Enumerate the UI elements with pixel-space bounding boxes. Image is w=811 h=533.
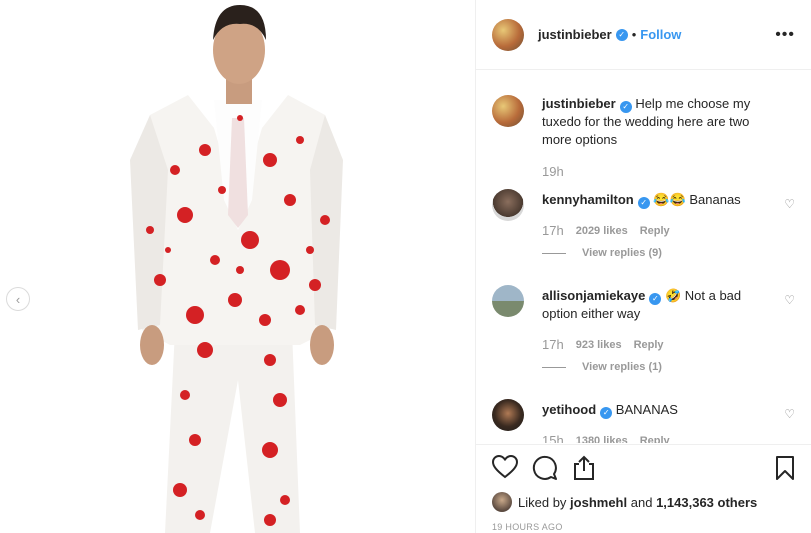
save-bookmark-icon[interactable] bbox=[775, 455, 795, 481]
separator-dot: • bbox=[631, 27, 637, 42]
comment-time: 15h bbox=[542, 433, 564, 443]
share-icon[interactable] bbox=[572, 455, 596, 481]
post-actions-section: Liked by joshmehl and 1,143,363 others 1… bbox=[476, 444, 811, 532]
liker-avatar[interactable] bbox=[492, 492, 512, 512]
commenter-avatar[interactable] bbox=[492, 399, 524, 431]
caption-meta: 19h bbox=[542, 164, 564, 179]
comment-likes[interactable]: 923 likes bbox=[576, 339, 622, 351]
commenter-avatar[interactable] bbox=[492, 285, 524, 317]
verified-badge-icon: ✓ bbox=[615, 28, 628, 41]
comments-list: justinbieber ✓ Help me choose my tuxedo f… bbox=[476, 71, 811, 443]
caption-username[interactable]: justinbieber bbox=[542, 96, 616, 111]
replies-divider bbox=[542, 252, 566, 254]
comment-meta: 17h 2029 likes Reply bbox=[542, 223, 670, 238]
likes-count[interactable]: 1,143,363 others bbox=[656, 495, 757, 510]
reply-button[interactable]: Reply bbox=[640, 435, 670, 444]
like-heart-icon[interactable] bbox=[492, 455, 518, 479]
author-avatar[interactable] bbox=[492, 18, 524, 51]
verified-badge-icon: ✓ bbox=[637, 197, 650, 209]
follow-button[interactable]: Follow bbox=[640, 27, 681, 42]
comment-icon[interactable] bbox=[532, 455, 558, 481]
post-details-panel: justinbieber ✓ • Follow ••• justinbieber… bbox=[475, 0, 811, 533]
like-comment-heart-icon[interactable]: ♡ bbox=[784, 197, 795, 211]
caption-time: 19h bbox=[542, 164, 564, 179]
author-username[interactable]: justinbieber bbox=[538, 27, 612, 42]
comment-text: 😂😂 Bananas bbox=[653, 192, 741, 207]
comment-likes[interactable]: 1380 likes bbox=[576, 435, 628, 444]
author-avatar[interactable] bbox=[492, 95, 524, 127]
comment-likes[interactable]: 2029 likes bbox=[576, 225, 628, 237]
view-replies-label: View replies (9) bbox=[582, 247, 662, 259]
liker-username[interactable]: joshmehl bbox=[570, 495, 627, 510]
verified-badge-icon: ✓ bbox=[600, 407, 613, 419]
previous-slide-button[interactable]: ‹ bbox=[6, 287, 30, 311]
view-replies-button[interactable]: View replies (9) bbox=[542, 247, 662, 259]
replies-divider bbox=[542, 366, 566, 368]
likes-prefix: Liked by bbox=[518, 494, 567, 510]
post-header: justinbieber ✓ • Follow ••• bbox=[476, 0, 811, 70]
commenter-username[interactable]: yetihood bbox=[542, 402, 596, 417]
post-age: 19 HOURS AGO bbox=[492, 522, 563, 532]
comment-text: BANANAS bbox=[615, 402, 678, 417]
verified-badge-icon: ✓ bbox=[649, 293, 662, 305]
verified-badge-icon: ✓ bbox=[619, 101, 632, 113]
comment-time: 17h bbox=[542, 337, 564, 352]
view-replies-button[interactable]: View replies (1) bbox=[542, 361, 662, 373]
view-replies-label: View replies (1) bbox=[582, 361, 662, 373]
comment-time: 17h bbox=[542, 223, 564, 238]
commenter-username[interactable]: allisonjamiekaye bbox=[542, 288, 645, 303]
chevron-left-icon: ‹ bbox=[15, 291, 21, 307]
post-image[interactable]: ‹ bbox=[0, 0, 475, 533]
reply-button[interactable]: Reply bbox=[634, 339, 664, 351]
commenter-username[interactable]: kennyhamilton bbox=[542, 192, 634, 207]
suit-photo bbox=[130, 5, 343, 533]
reply-button[interactable]: Reply bbox=[640, 225, 670, 237]
like-comment-heart-icon[interactable]: ♡ bbox=[784, 407, 795, 421]
likes-middle: and bbox=[630, 494, 653, 510]
comment-meta: 15h 1380 likes Reply bbox=[542, 433, 670, 443]
action-bar bbox=[492, 455, 795, 483]
like-comment-heart-icon[interactable]: ♡ bbox=[784, 293, 795, 307]
commenter-avatar[interactable] bbox=[492, 189, 524, 221]
likes-summary: Liked by joshmehl and 1,143,363 others bbox=[492, 492, 757, 512]
comment-meta: 17h 923 likes Reply bbox=[542, 337, 664, 352]
more-options-icon[interactable]: ••• bbox=[775, 26, 795, 44]
